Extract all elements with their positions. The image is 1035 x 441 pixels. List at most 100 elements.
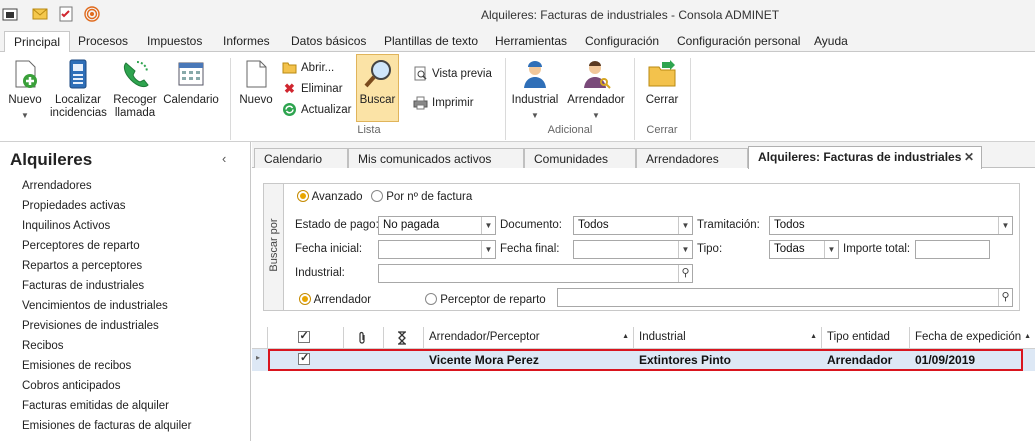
- sort-ascending-icon: ▲: [810, 333, 817, 340]
- group-label-lista: Lista: [357, 124, 381, 136]
- doc-tab-mis-comunicados[interactable]: Mis comunicados activos: [348, 148, 524, 168]
- paperclip-icon[interactable]: [344, 327, 384, 349]
- tramitacion-select[interactable]: Todos ▼: [769, 216, 1013, 235]
- sidebar-item-emisiones-facturas[interactable]: Emisiones de facturas de alquiler: [22, 420, 191, 432]
- sort-ascending-icon: ▲: [622, 333, 629, 340]
- sort-ascending-icon: ▲: [1024, 333, 1031, 340]
- nuevo-lista-button[interactable]: Nuevo: [236, 58, 276, 107]
- mail-icon[interactable]: [32, 6, 48, 22]
- tab-ayuda[interactable]: Ayuda: [814, 31, 848, 52]
- app-icon: [2, 6, 18, 22]
- blank-document-icon: [240, 58, 272, 90]
- folder-exit-icon: [646, 58, 678, 90]
- fecha-final-field[interactable]: ▼: [573, 240, 693, 259]
- dropdown-arrow-icon: ▼: [592, 111, 600, 120]
- column-arrendador-perceptor[interactable]: Arrendador/Perceptor ▲: [424, 327, 634, 349]
- column-industrial[interactable]: Industrial ▲: [634, 327, 822, 349]
- close-icon[interactable]: ✕: [964, 150, 974, 164]
- new-document-icon: [9, 58, 41, 90]
- abrir-button[interactable]: Abrir...: [282, 60, 334, 75]
- ribbon-divider: [634, 58, 635, 140]
- chevron-left-icon[interactable]: ‹: [222, 151, 226, 166]
- cell-industrial[interactable]: Extintores Pinto: [634, 349, 822, 371]
- sidebar-item-previsiones-industriales[interactable]: Previsiones de industriales: [22, 320, 159, 332]
- sidebar-item-propiedades-activas[interactable]: Propiedades activas: [22, 200, 126, 212]
- dropdown-arrow-icon[interactable]: ▼: [481, 241, 495, 258]
- perceptor-search-field[interactable]: ⚲: [557, 288, 1013, 307]
- industrial-button[interactable]: Industrial ▼: [510, 58, 560, 122]
- row-checkbox[interactable]: [268, 349, 344, 371]
- eliminar-button[interactable]: ✖ Eliminar: [282, 81, 343, 96]
- doc-tab-comunidades[interactable]: Comunidades: [524, 148, 636, 168]
- tab-herramientas[interactable]: Herramientas: [495, 31, 567, 52]
- fecha-inicial-label: Fecha inicial:: [295, 243, 363, 255]
- nuevo-button[interactable]: Nuevo ▼: [4, 58, 46, 122]
- tab-configuracion[interactable]: Configuración: [585, 31, 659, 52]
- tab-plantillas[interactable]: Plantillas de texto: [384, 31, 478, 52]
- sidebar-item-recibos[interactable]: Recibos: [22, 340, 64, 352]
- doc-tab-facturas-industriales[interactable]: Alquileres: Facturas de industriales ✕: [748, 146, 982, 169]
- checklist-icon[interactable]: [58, 6, 74, 22]
- dropdown-arrow-icon[interactable]: ▼: [678, 217, 692, 234]
- radio-perceptor[interactable]: Perceptor de reparto: [425, 293, 546, 306]
- sidebar-item-cobros-anticipados[interactable]: Cobros anticipados: [22, 380, 120, 392]
- localizar-incidencias-button[interactable]: Localizar incidencias: [50, 58, 107, 120]
- sidebar-item-arrendadores[interactable]: Arrendadores: [22, 180, 92, 192]
- grid-header-check[interactable]: [268, 327, 344, 349]
- tab-configuracion-personal[interactable]: Configuración personal: [677, 31, 800, 52]
- cell-arrendador[interactable]: Vicente Mora Perez: [424, 349, 634, 371]
- importe-total-field[interactable]: [915, 240, 990, 259]
- actualizar-button[interactable]: Actualizar: [282, 102, 352, 117]
- doc-tab-calendario[interactable]: Calendario: [254, 148, 348, 168]
- dropdown-arrow-icon[interactable]: ▼: [481, 217, 495, 234]
- sidebar-item-repartos-perceptores[interactable]: Repartos a perceptores: [22, 260, 142, 272]
- radio-avanzado[interactable]: Avanzado: [297, 190, 363, 203]
- tab-datos-basicos[interactable]: Datos básicos: [291, 31, 366, 52]
- dropdown-arrow-icon[interactable]: ▼: [824, 241, 838, 258]
- tipo-select[interactable]: Todas ▼: [769, 240, 839, 259]
- cell-fecha-expedicion[interactable]: 01/09/2019: [910, 349, 1022, 371]
- industrial-search-field[interactable]: ⚲: [378, 264, 693, 283]
- worker-icon: [519, 58, 551, 90]
- estado-pago-select[interactable]: No pagada ▼: [378, 216, 496, 235]
- tab-procesos[interactable]: Procesos: [78, 31, 128, 52]
- buscar-button[interactable]: Buscar: [356, 54, 399, 122]
- sidebar-item-vencimientos-industriales[interactable]: Vencimientos de industriales: [22, 300, 168, 312]
- sidebar-title: Alquileres: [10, 150, 93, 169]
- radio-selected-icon: [299, 293, 311, 305]
- radio-por-numero-factura[interactable]: Por nº de factura: [371, 190, 472, 203]
- hourglass-icon[interactable]: [384, 327, 424, 349]
- tab-principal[interactable]: Principal: [4, 31, 71, 52]
- doc-tab-arrendadores[interactable]: Arrendadores: [636, 148, 748, 168]
- tramitacion-label: Tramitación:: [697, 219, 760, 231]
- radio-arrendador[interactable]: Arrendador: [299, 293, 371, 306]
- calendar-icon: [175, 58, 207, 90]
- arrendador-button[interactable]: Arrendador ▼: [566, 58, 626, 122]
- search-icon[interactable]: ⚲: [678, 265, 692, 282]
- imprimir-button[interactable]: Imprimir: [413, 95, 474, 110]
- calendario-button[interactable]: Calendario: [163, 58, 219, 107]
- sidebar-item-emisiones-recibos[interactable]: Emisiones de recibos: [22, 360, 131, 372]
- delete-x-icon: ✖: [284, 80, 295, 96]
- tab-informes[interactable]: Informes: [223, 31, 270, 52]
- search-icon[interactable]: ⚲: [998, 289, 1012, 306]
- sidebar-item-inquilinos-activos[interactable]: Inquilinos Activos: [22, 220, 110, 232]
- broadcast-icon[interactable]: [84, 6, 100, 22]
- sidebar-item-facturas-industriales[interactable]: Facturas de industriales: [22, 280, 144, 292]
- sidebar-item-perceptores-reparto[interactable]: Perceptores de reparto: [22, 240, 140, 252]
- fecha-inicial-field[interactable]: ▼: [378, 240, 496, 259]
- tab-impuestos[interactable]: Impuestos: [147, 31, 202, 52]
- checkbox-checked-icon[interactable]: [298, 351, 310, 365]
- vista-previa-button[interactable]: Vista previa: [413, 66, 492, 81]
- documento-select[interactable]: Todos ▼: [573, 216, 693, 235]
- dropdown-arrow-icon[interactable]: ▼: [998, 217, 1012, 234]
- column-tipo-entidad[interactable]: Tipo entidad: [822, 327, 910, 349]
- cell-tipo-entidad[interactable]: Arrendador: [822, 349, 910, 371]
- recoger-llamada-button[interactable]: Recoger llamada: [110, 58, 160, 120]
- cerrar-button[interactable]: Cerrar: [640, 58, 684, 107]
- checkbox-checked-icon[interactable]: [297, 329, 310, 343]
- documento-label: Documento:: [500, 219, 563, 231]
- dropdown-arrow-icon[interactable]: ▼: [678, 241, 692, 258]
- column-fecha-expedicion[interactable]: Fecha de expedición ▲: [910, 327, 1035, 349]
- sidebar-item-facturas-emitidas[interactable]: Facturas emitidas de alquiler: [22, 400, 169, 412]
